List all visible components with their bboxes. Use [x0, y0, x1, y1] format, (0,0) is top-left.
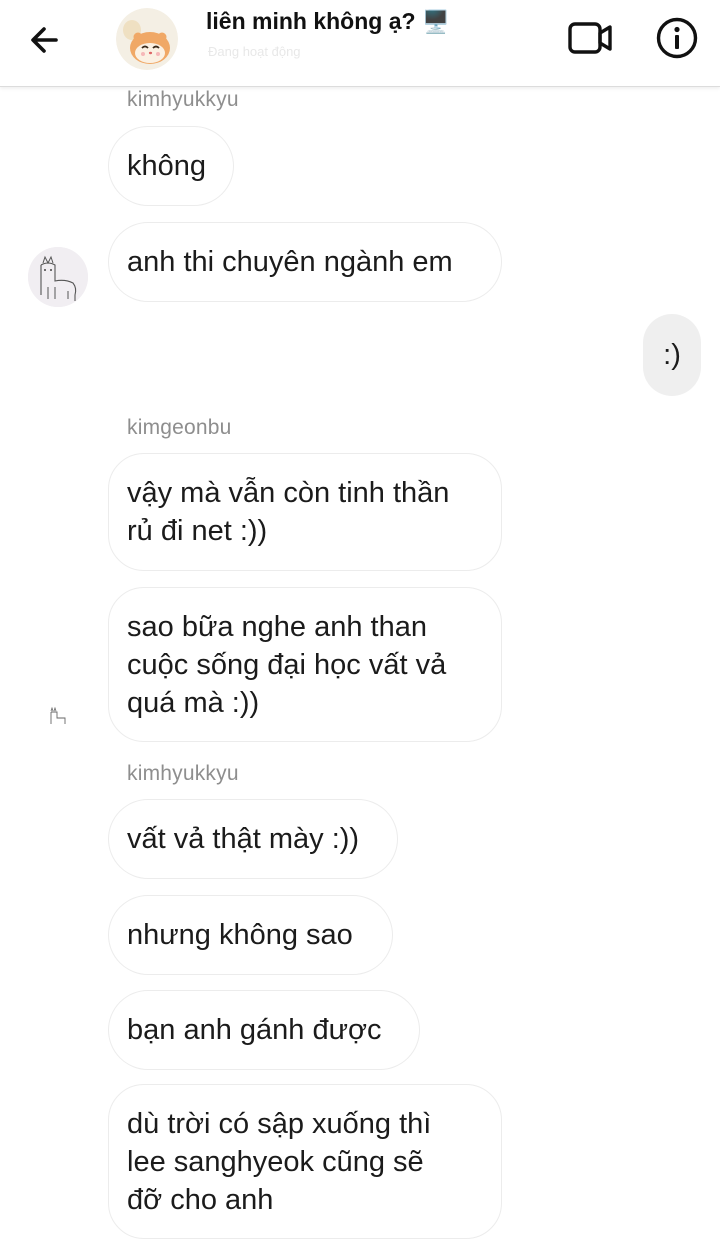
chat-header: liên minh không ạ? 🖥️ Đang hoạt động — [0, 0, 720, 87]
chat-title[interactable]: liên minh không ạ? 🖥️ — [206, 8, 449, 35]
message-text: không — [127, 150, 207, 182]
info-button[interactable] — [654, 15, 700, 61]
message-text: vất vả thật mày :)) — [127, 823, 360, 855]
sender-name: kimhyukkyu — [127, 762, 239, 785]
message-text: :) — [663, 338, 681, 371]
llama-seen-icon — [50, 706, 66, 724]
my-message-bubble[interactable]: :) — [643, 314, 701, 396]
message-text: vậy mà vẫn còn tinh thần rủ đi net :)) — [127, 477, 450, 547]
message-text: dù trời có sập xuống thì lee sanghyeok c… — [127, 1108, 432, 1216]
message-bubble[interactable]: dù trời có sập xuống thì lee sanghyeok c… — [108, 1084, 502, 1239]
message-bubble[interactable]: bạn anh gánh được — [108, 990, 420, 1070]
message-bubble[interactable]: không — [108, 126, 234, 206]
info-icon — [656, 17, 698, 59]
message-text: sao bữa nghe anh than cuộc sống đại học … — [127, 611, 447, 719]
llama-avatar-image — [28, 247, 88, 307]
hamster-avatar-image — [116, 8, 178, 70]
sender-avatar[interactable] — [28, 247, 88, 307]
message-bubble[interactable]: anh thi chuyên ngành em — [108, 222, 502, 302]
back-button[interactable] — [24, 18, 68, 62]
message-text: anh thi chuyên ngành em — [127, 246, 453, 278]
computer-icon: 🖥️ — [421, 9, 450, 34]
seen-indicator-avatar — [47, 705, 69, 727]
sender-name: kimgeonbu — [127, 416, 232, 439]
chat-title-text: liên minh không ạ? — [206, 8, 416, 34]
chat-subtitle: Đang hoạt động — [208, 44, 301, 59]
video-call-button[interactable] — [566, 16, 614, 60]
sender-name: kimhyukkyu — [127, 88, 239, 111]
message-text: bạn anh gánh được — [127, 1014, 382, 1046]
video-call-icon — [568, 22, 612, 54]
message-bubble[interactable]: vất vả thật mày :)) — [108, 799, 398, 879]
back-arrow-icon — [31, 27, 58, 53]
message-bubble[interactable]: vậy mà vẫn còn tinh thần rủ đi net :)) — [108, 453, 502, 571]
group-avatar[interactable] — [116, 8, 178, 70]
message-bubble[interactable]: sao bữa nghe anh than cuộc sống đại học … — [108, 587, 502, 742]
message-text: nhưng không sao — [127, 919, 353, 951]
message-bubble[interactable]: nhưng không sao — [108, 895, 393, 975]
